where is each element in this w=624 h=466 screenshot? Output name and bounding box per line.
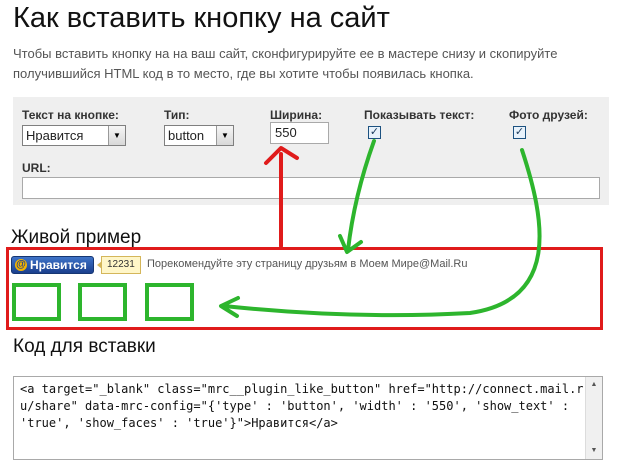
button-text-select[interactable]: Нравится ▼ [22, 125, 126, 146]
friend-photo-placeholder [12, 283, 61, 321]
page-intro: Чтобы вставить кнопку на на ваш сайт, ск… [13, 46, 558, 81]
like-counter: 12231 [97, 256, 141, 274]
type-label: Тип: [164, 108, 190, 122]
scroll-down-icon[interactable]: ▼ [586, 443, 602, 459]
embed-code-text: <a target="_blank" class="mrc__plugin_li… [20, 382, 584, 430]
url-input[interactable] [22, 177, 600, 199]
friends-photo-checkbox[interactable]: ✓ [513, 126, 526, 139]
chevron-down-icon[interactable]: ▼ [108, 126, 125, 145]
type-value: button [168, 128, 205, 143]
friends-photo-label: Фото друзей: [509, 108, 588, 122]
button-text-label: Текст на кнопке: [22, 108, 119, 122]
page-title: Как вставить кнопку на сайт [13, 2, 390, 34]
url-label: URL: [22, 161, 51, 175]
live-example-heading: Живой пример [11, 227, 142, 248]
type-select[interactable]: button ▼ [164, 125, 234, 146]
recommend-text: Порекомендуйте эту страницу друзьям в Мо… [147, 258, 468, 270]
like-button[interactable]: @ Нравится [11, 256, 94, 274]
like-button-label: Нравится [30, 258, 87, 272]
show-text-checkbox[interactable]: ✓ [368, 126, 381, 139]
code-scrollbar[interactable]: ▲ ▼ [585, 377, 602, 459]
friend-photo-placeholder [145, 283, 194, 321]
width-label: Ширина: [270, 108, 323, 122]
chevron-down-icon[interactable]: ▼ [216, 126, 233, 145]
scroll-up-icon[interactable]: ▲ [586, 377, 602, 393]
embed-code-heading: Код для вставки [13, 336, 156, 357]
friend-photo-placeholder [78, 283, 127, 321]
at-sign-icon: @ [15, 259, 27, 271]
width-input[interactable]: 550 [270, 122, 329, 144]
embed-code-textarea[interactable]: <a target="_blank" class="mrc__plugin_li… [13, 376, 603, 460]
show-text-label: Показывать текст: [364, 108, 475, 122]
button-text-value: Нравится [26, 128, 84, 143]
